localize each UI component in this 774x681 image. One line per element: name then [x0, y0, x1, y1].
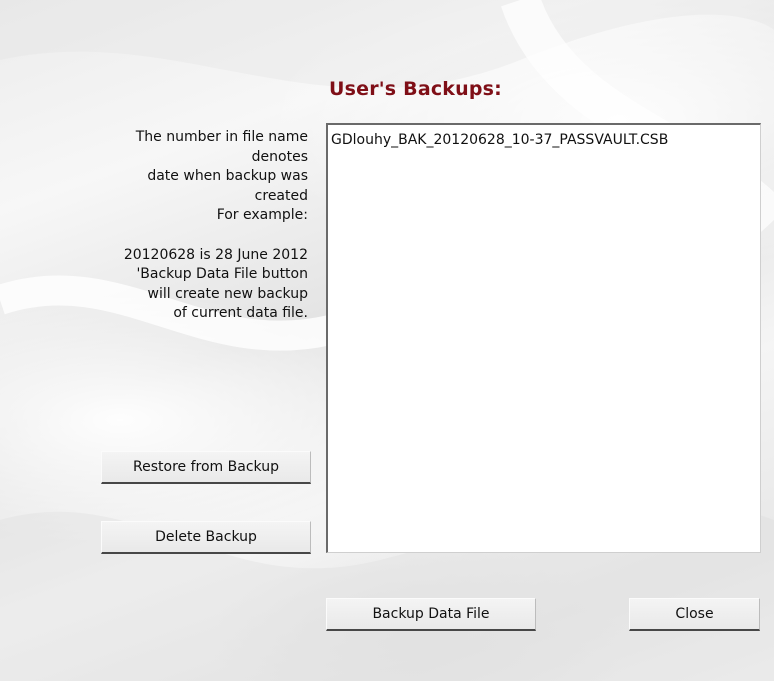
delete-backup-button[interactable]: Delete Backup: [101, 521, 311, 554]
backups-title: User's Backups:: [329, 78, 502, 100]
help-line: created: [254, 187, 308, 204]
backup-list-item[interactable]: GDlouhy_BAK_20120628_10-37_PASSVAULT.CSB: [328, 125, 760, 149]
help-line: For example:: [216, 207, 308, 224]
help-line: date when backup was: [147, 168, 308, 185]
backup-help-text: The number in file name denotes date whe…: [48, 128, 308, 324]
help-spacer: [48, 226, 308, 246]
help-line: 'Backup Data File button: [136, 266, 308, 283]
backups-listbox[interactable]: GDlouhy_BAK_20120628_10-37_PASSVAULT.CSB: [326, 123, 761, 553]
help-line: of current data file.: [173, 305, 308, 322]
close-button[interactable]: Close: [629, 598, 760, 631]
backup-data-file-button[interactable]: Backup Data File: [326, 598, 536, 631]
help-line: will create new backup: [147, 285, 308, 302]
help-line: The number in file name: [135, 129, 308, 145]
restore-from-backup-button[interactable]: Restore from Backup: [101, 451, 311, 484]
help-line: denotes: [251, 148, 308, 165]
help-line: 20120628 is 28 June 2012: [123, 246, 308, 263]
